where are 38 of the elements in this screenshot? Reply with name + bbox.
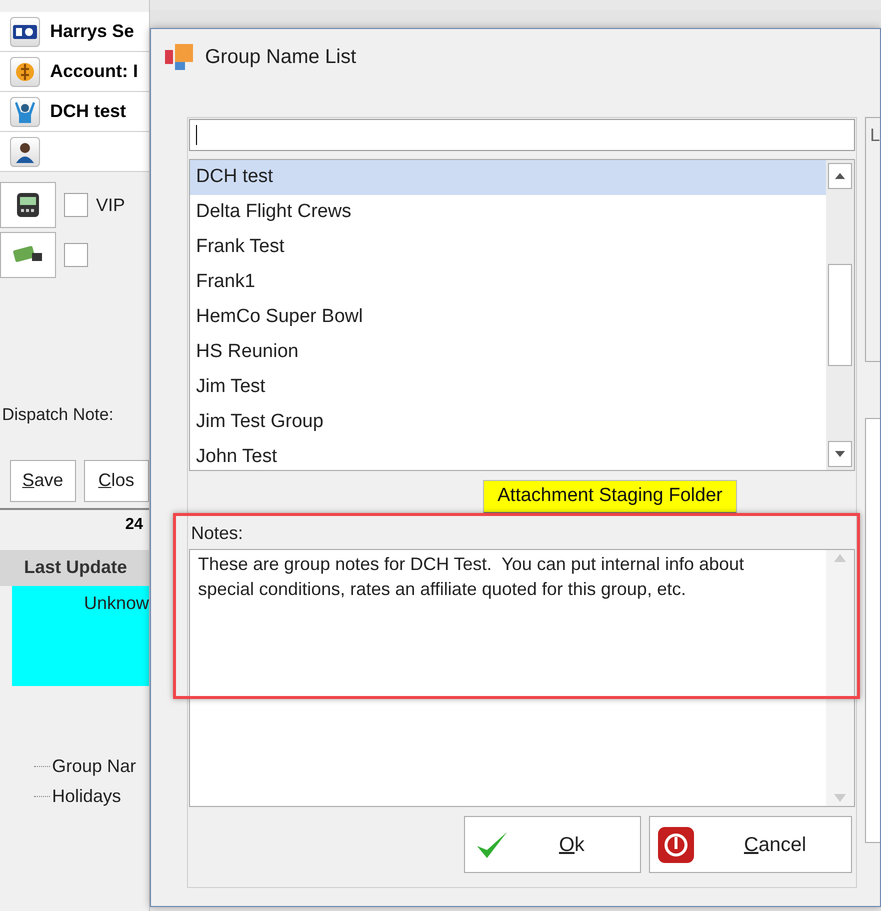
checkbox[interactable]: [64, 243, 88, 267]
person-icon: [10, 136, 40, 166]
cancel-button[interactable]: Cancel: [648, 816, 852, 873]
money-hand-icon: [12, 245, 44, 265]
record-title: Harrys Se: [50, 20, 134, 43]
count-text: 24: [125, 514, 143, 534]
panel-label: L: [870, 125, 880, 145]
icon-button[interactable]: [0, 232, 56, 278]
scroll-down-icon[interactable]: [834, 451, 845, 457]
attachment-folder-button[interactable]: Attachment Staging Folder: [482, 480, 738, 514]
logo-icon: [10, 16, 40, 46]
scroll-up-icon[interactable]: [834, 173, 845, 179]
dollar-icon: [10, 56, 40, 86]
record-title: DCH test: [50, 100, 126, 123]
column-header: Last Update: [0, 550, 149, 586]
tree-item[interactable]: Group Nar: [52, 753, 136, 780]
field-label: Dispatch Note:: [1, 404, 114, 426]
checkbox[interactable]: [64, 193, 88, 217]
notes-text: These are group notes for DCH Test. You can put internal info about special conditions, rates an affiliate quoted for this group, etc.: [197, 553, 746, 601]
app-icon: [165, 42, 195, 72]
record-title: Account: I: [50, 60, 138, 83]
scrollbar[interactable]: [826, 160, 854, 470]
window-title: Group Name List: [205, 45, 356, 70]
checkbox-label: VIP: [96, 194, 126, 216]
form-button[interactable]: Clos: [84, 460, 149, 502]
notes-label: Notes:: [190, 522, 244, 545]
form-button[interactable]: Save: [10, 460, 76, 502]
pager-icon: [15, 191, 41, 219]
tree-item[interactable]: Holidays: [52, 783, 122, 810]
status-cell: Unknow: [12, 586, 149, 686]
list-item[interactable]: DCH test: [190, 160, 826, 195]
icon-button[interactable]: [0, 182, 56, 228]
checkmark-icon: [474, 830, 509, 860]
ok-button[interactable]: Ok: [464, 816, 641, 873]
search-field[interactable]: [189, 119, 855, 151]
scrollbar-thumb[interactable]: [828, 264, 852, 366]
power-icon: [658, 826, 694, 862]
person-icon: [10, 96, 40, 126]
